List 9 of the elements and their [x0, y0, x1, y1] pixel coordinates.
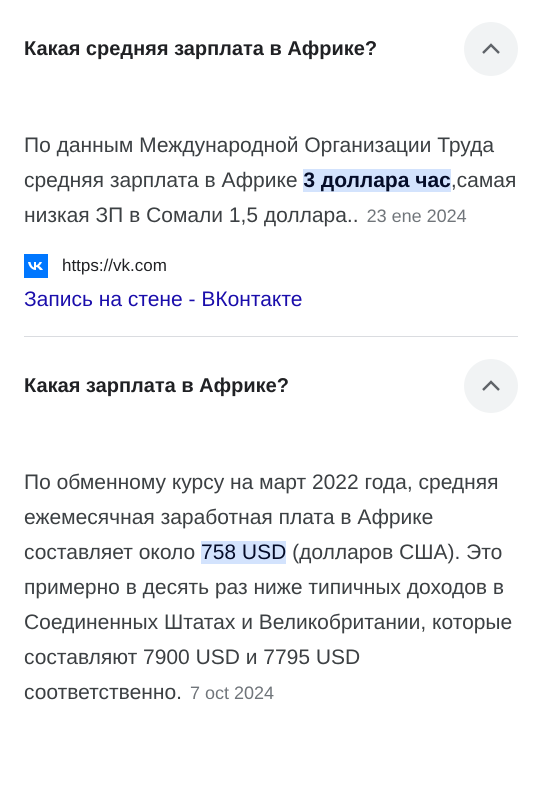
site-logo-icon: [24, 254, 48, 278]
question-text: Какая зарплата в Африке?: [24, 374, 289, 398]
answer-text: По обменному курсу на март 2022 года, средняя ежемесячная заработная плата в Африке составляет около 758 USD (долларов США). Это примерно в десять раз ниже типичных доходов в Соединенных Штатах и Великобритании, которые составляют 7900 USD и 7795 USD соответственно. 7 oct 2024: [24, 470, 514, 706]
caret-icon: [481, 43, 501, 55]
source-url: https://vk.com: [62, 256, 167, 276]
caret-icon: [481, 380, 501, 392]
answer-text: По данным Международной Организации Труда средняя зарплата в Африке 3 доллара час,самая низкая ЗП в Сомали 1,5 доллара.. 23 ene 2024: [24, 133, 518, 229]
result-link[interactable]: Запись на стене - ВКонтакте: [24, 288, 302, 312]
question-text: Какая средняя зарплата в Африке?: [24, 38, 378, 60]
